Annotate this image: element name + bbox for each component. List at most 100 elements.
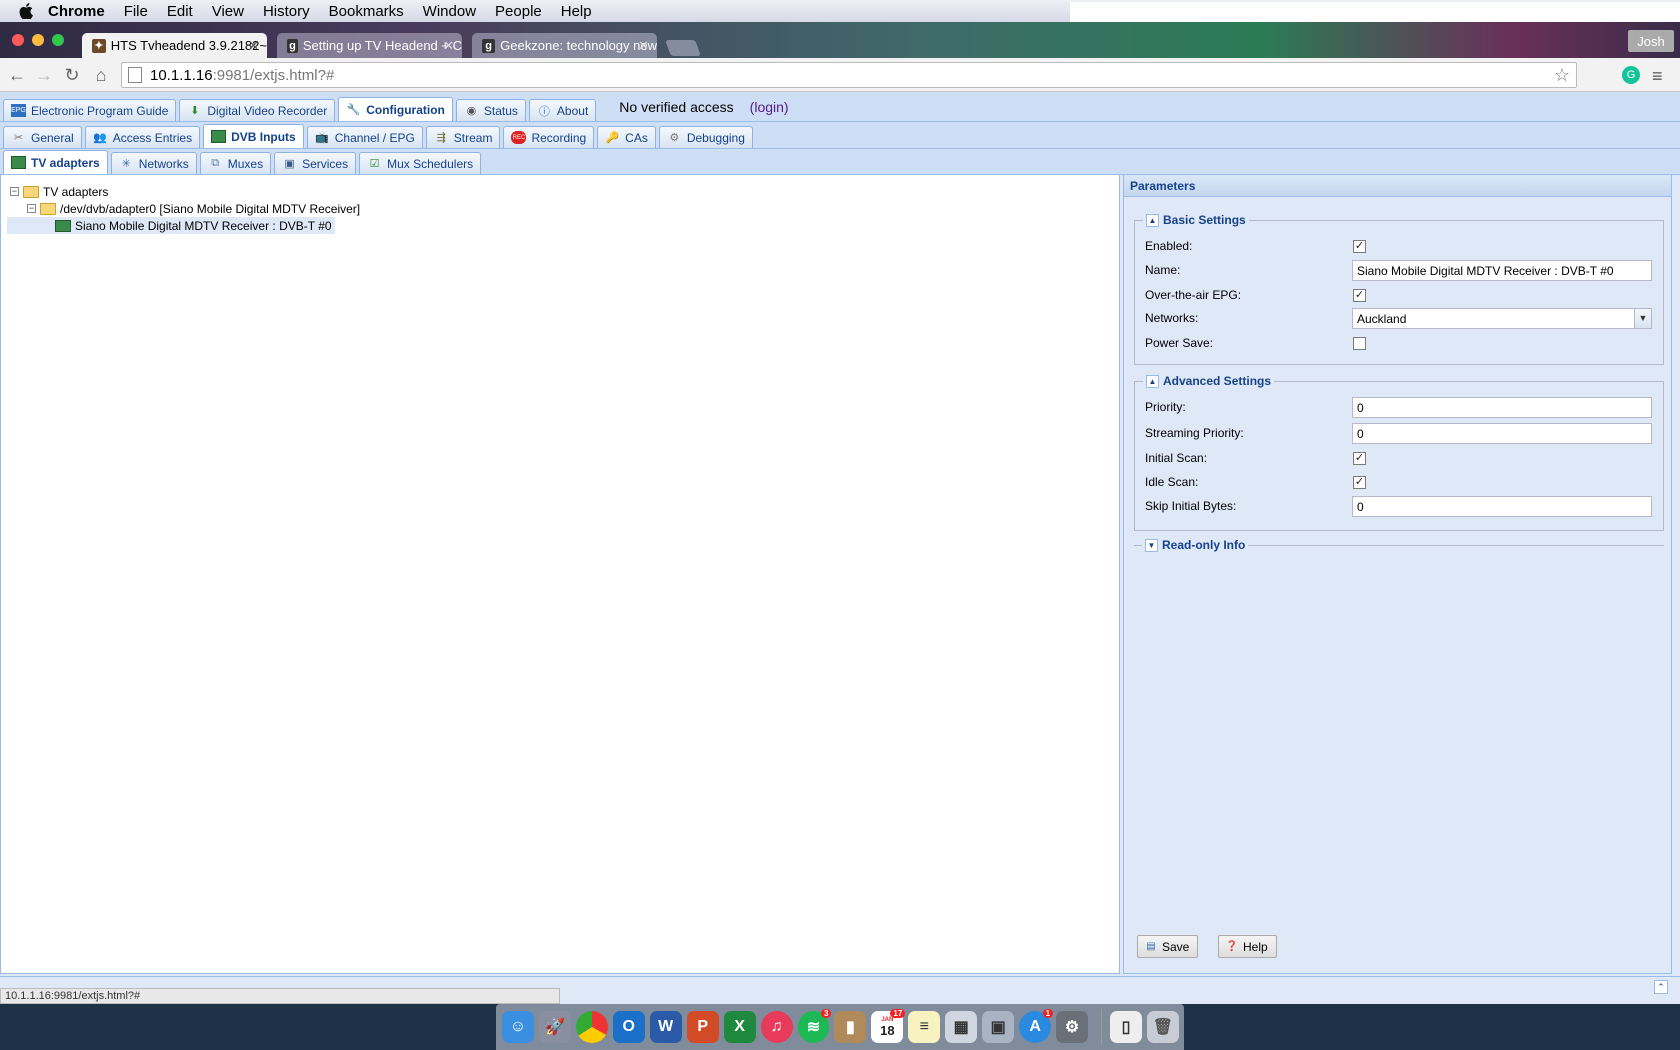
collapse-up-icon[interactable]: ▲ <box>1146 213 1159 227</box>
address-bar[interactable]: 10.1.1.16:9981/extjs.html?# ☆ <box>121 62 1577 88</box>
chrome-icon[interactable] <box>575 1011 608 1043</box>
collapse-icon[interactable]: − <box>10 187 19 196</box>
tab-close-icon[interactable]: ✕ <box>443 38 454 54</box>
preview-icon[interactable]: ▦ <box>945 1011 978 1043</box>
wrench-icon: 🔧 <box>346 104 361 116</box>
minimize-window-button[interactable] <box>32 34 44 46</box>
tab-general[interactable]: ✂ General <box>3 126 82 148</box>
priority-input[interactable]: 0 <box>1352 396 1652 418</box>
tab-muxes[interactable]: ⧉ Muxes <box>199 152 272 174</box>
tab-tv-adapters[interactable]: TV adapters <box>3 150 108 174</box>
browser-tab-setting-up[interactable]: g Setting up TV Headend + C ✕ <box>277 33 462 58</box>
outlook-icon[interactable]: O <box>612 1011 645 1043</box>
geekzone-favicon-icon: g <box>482 38 496 53</box>
grammarly-extension-icon[interactable]: G <box>1622 66 1640 84</box>
menu-bookmarks[interactable]: Bookmarks <box>329 3 404 20</box>
contacts-icon[interactable]: ▮ <box>834 1011 867 1043</box>
home-icon[interactable]: ⌂ <box>90 64 112 86</box>
new-tab-button[interactable] <box>665 40 701 56</box>
finder-icon[interactable]: ☺ <box>502 1011 534 1043</box>
browser-tab-tvheadend[interactable]: ✦ HTS Tvheadend 3.9.2182~ ✕ <box>82 33 267 58</box>
archive-icon[interactable]: ▯ <box>1110 1011 1142 1043</box>
menu-edit[interactable]: Edit <box>167 3 193 20</box>
streaming-priority-input[interactable]: 0 <box>1352 422 1652 444</box>
powerpoint-icon[interactable]: P <box>686 1011 719 1043</box>
tab-status[interactable]: ◉ Status <box>455 99 526 121</box>
menu-file[interactable]: File <box>124 3 148 20</box>
spotify-icon[interactable]: ≋ 3 <box>797 1009 832 1043</box>
advanced-settings-legend[interactable]: ▲ Advanced Settings <box>1143 374 1275 388</box>
readonly-info-legend[interactable]: ▼ Read-only Info <box>1142 538 1249 552</box>
chevron-down-icon[interactable]: ▼ <box>1634 308 1651 328</box>
tab-networks[interactable]: ✳ Networks <box>110 152 197 174</box>
tab-mux-schedulers[interactable]: ☑ Mux Schedulers <box>359 152 482 174</box>
scheduler-icon: ☑ <box>369 158 380 170</box>
enabled-checkbox[interactable]: ✓ <box>1353 239 1366 253</box>
skip-bytes-input[interactable]: 0 <box>1352 495 1652 517</box>
apple-icon[interactable] <box>16 1 36 21</box>
menu-view[interactable]: View <box>212 3 244 20</box>
login-link[interactable]: (login) <box>750 99 789 115</box>
image-capture-icon[interactable]: ▣ <box>982 1011 1015 1043</box>
menu-people[interactable]: People <box>495 3 542 20</box>
system-preferences-icon[interactable]: ⚙ <box>1056 1011 1088 1043</box>
top-tab-bar: EPG Electronic Program Guide ⬇ Digital V… <box>0 92 1680 122</box>
networks-select[interactable]: Auckland ▼ <box>1352 307 1652 329</box>
bookmark-star-icon[interactable]: ☆ <box>1554 65 1570 86</box>
itunes-icon[interactable]: ♫ <box>760 1011 793 1043</box>
collapse-icon[interactable]: − <box>27 204 36 213</box>
menu-app-chrome[interactable]: Chrome <box>48 3 105 20</box>
basic-settings-legend[interactable]: ▲ Basic Settings <box>1143 213 1249 227</box>
tab-access-entries[interactable]: 👥 Access Entries <box>84 126 201 148</box>
calendar-icon[interactable]: JAN 18 17 <box>871 1009 906 1043</box>
epg-checkbox[interactable]: ✓ <box>1353 288 1366 302</box>
power-save-checkbox[interactable] <box>1353 336 1366 350</box>
tab-recording[interactable]: REC Recording <box>503 126 595 148</box>
tab-dvb-inputs[interactable]: DVB Inputs <box>203 124 304 148</box>
idle-scan-checkbox[interactable]: ✓ <box>1353 475 1366 489</box>
tab-services[interactable]: ▣ Services <box>274 152 357 174</box>
tab-debugging[interactable]: ⚙ Debugging <box>658 126 753 148</box>
calendar-badge: 17 <box>890 1009 906 1018</box>
tree-node-adapter[interactable]: − /dev/dvb/adapter0 [Siano Mobile Digita… <box>27 200 360 217</box>
tab-configuration[interactable]: 🔧 Configuration <box>338 97 453 121</box>
save-button[interactable]: ▤ Save <box>1137 935 1199 958</box>
tab-channel-epg[interactable]: 📺 Channel / EPG <box>306 126 423 148</box>
forward-arrow-icon[interactable]: → <box>33 64 55 86</box>
name-input[interactable]: Siano Mobile Digital MDTV Receiver : DVB… <box>1352 259 1652 281</box>
menu-history[interactable]: History <box>263 3 310 20</box>
close-window-button[interactable] <box>12 34 24 46</box>
back-arrow-icon[interactable]: ← <box>6 64 28 86</box>
menu-window[interactable]: Window <box>423 3 476 20</box>
expand-bottom-panel-icon[interactable]: ⌃ <box>1654 980 1668 994</box>
help-button[interactable]: ❓ Help <box>1218 935 1277 958</box>
launchpad-icon[interactable]: 🚀 <box>538 1011 571 1043</box>
tab-close-icon[interactable]: ✕ <box>248 38 259 54</box>
reload-icon[interactable]: ↻ <box>61 64 83 86</box>
tab-cas[interactable]: 🔑 CAs <box>597 126 656 148</box>
browser-tab-geekzone[interactable]: g Geekzone: technology new ✕ <box>472 33 657 58</box>
tab-stream[interactable]: ⇶ Stream <box>425 126 501 148</box>
menu-help[interactable]: Help <box>561 3 592 20</box>
tab-electronic-program-guide[interactable]: EPG Electronic Program Guide <box>3 99 177 121</box>
tree-node-root[interactable]: − TV adapters <box>10 183 108 200</box>
tab-close-icon[interactable]: ✕ <box>638 38 649 54</box>
folder-icon <box>40 202 56 215</box>
enabled-row: Enabled: ✓ <box>1145 235 1660 257</box>
excel-icon[interactable]: X <box>723 1011 756 1043</box>
chrome-menu-icon[interactable]: ≡ <box>1652 66 1663 87</box>
collapse-up-icon[interactable]: ▲ <box>1146 374 1159 388</box>
app-store-icon[interactable]: A1 <box>1019 1009 1054 1043</box>
zoom-window-button[interactable] <box>52 34 64 46</box>
trash-icon[interactable]: 🗑 <box>1146 1011 1179 1043</box>
dock-separator <box>1101 1009 1102 1045</box>
tab-digital-video-recorder[interactable]: ⬇ Digital Video Recorder <box>179 99 336 121</box>
services-icon: ▣ <box>284 158 295 170</box>
tree-node-frontend[interactable]: Siano Mobile Digital MDTV Receiver : DVB… <box>7 217 335 234</box>
word-icon[interactable]: W <box>649 1011 682 1043</box>
initial-scan-checkbox[interactable]: ✓ <box>1353 451 1366 465</box>
notes-icon[interactable]: ≡ <box>908 1011 941 1043</box>
tab-about[interactable]: ⓘ About <box>528 99 597 121</box>
profile-button[interactable]: Josh <box>1628 30 1674 52</box>
expand-down-icon[interactable]: ▼ <box>1145 538 1158 552</box>
